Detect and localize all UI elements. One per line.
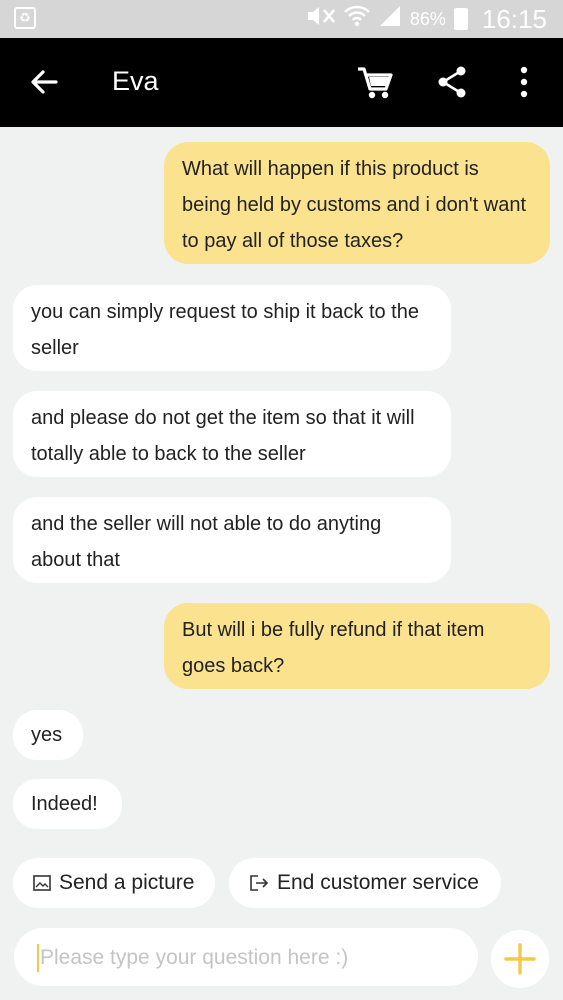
chat-message-agent: you can simply request to ship it back t… (13, 285, 451, 371)
plus-icon (504, 943, 536, 975)
page-title: Eva (112, 66, 159, 96)
cart-button[interactable] (352, 60, 398, 104)
battery-percentage: 86% (409, 8, 446, 29)
share-icon (438, 66, 466, 98)
recycle-icon: ♻ (14, 7, 36, 29)
end-customer-service-button[interactable]: End customer service (229, 858, 501, 908)
message-input[interactable] (38, 928, 462, 988)
app-bar: Eva (0, 38, 563, 127)
battery-icon (453, 8, 468, 30)
status-icons: 86% 16:15 (304, 3, 547, 35)
wifi-icon (344, 4, 370, 34)
text-cursor (37, 944, 39, 972)
more-options-button[interactable] (506, 60, 542, 104)
chat-message-agent: Indeed! (13, 779, 122, 829)
cart-icon (358, 67, 393, 99)
chat-message-agent: and the seller will not able to do anyti… (13, 497, 451, 583)
exit-icon (250, 875, 269, 891)
message-input-container (14, 928, 478, 988)
image-icon (33, 875, 51, 891)
clock: 16:15 (481, 3, 547, 34)
chat-message-user: But will i be fully refund if that item … (164, 603, 550, 689)
end-customer-service-label: End customer service (277, 871, 479, 894)
chat-message-agent: and please do not get the item so that i… (13, 391, 451, 477)
back-button[interactable] (22, 60, 66, 104)
share-button[interactable] (430, 60, 474, 104)
chat-message-user: What will happen if this product is bein… (164, 142, 550, 264)
signal-icon (378, 4, 402, 34)
chat-message-agent: yes (13, 710, 83, 760)
back-arrow-icon (31, 70, 58, 94)
mute-icon (304, 4, 336, 34)
send-picture-button[interactable]: Send a picture (13, 858, 215, 908)
add-attachment-button[interactable] (491, 930, 549, 988)
more-vertical-icon (520, 66, 528, 98)
status-bar: ♻ 86% 16:15 (0, 0, 563, 38)
send-picture-label: Send a picture (59, 871, 195, 894)
